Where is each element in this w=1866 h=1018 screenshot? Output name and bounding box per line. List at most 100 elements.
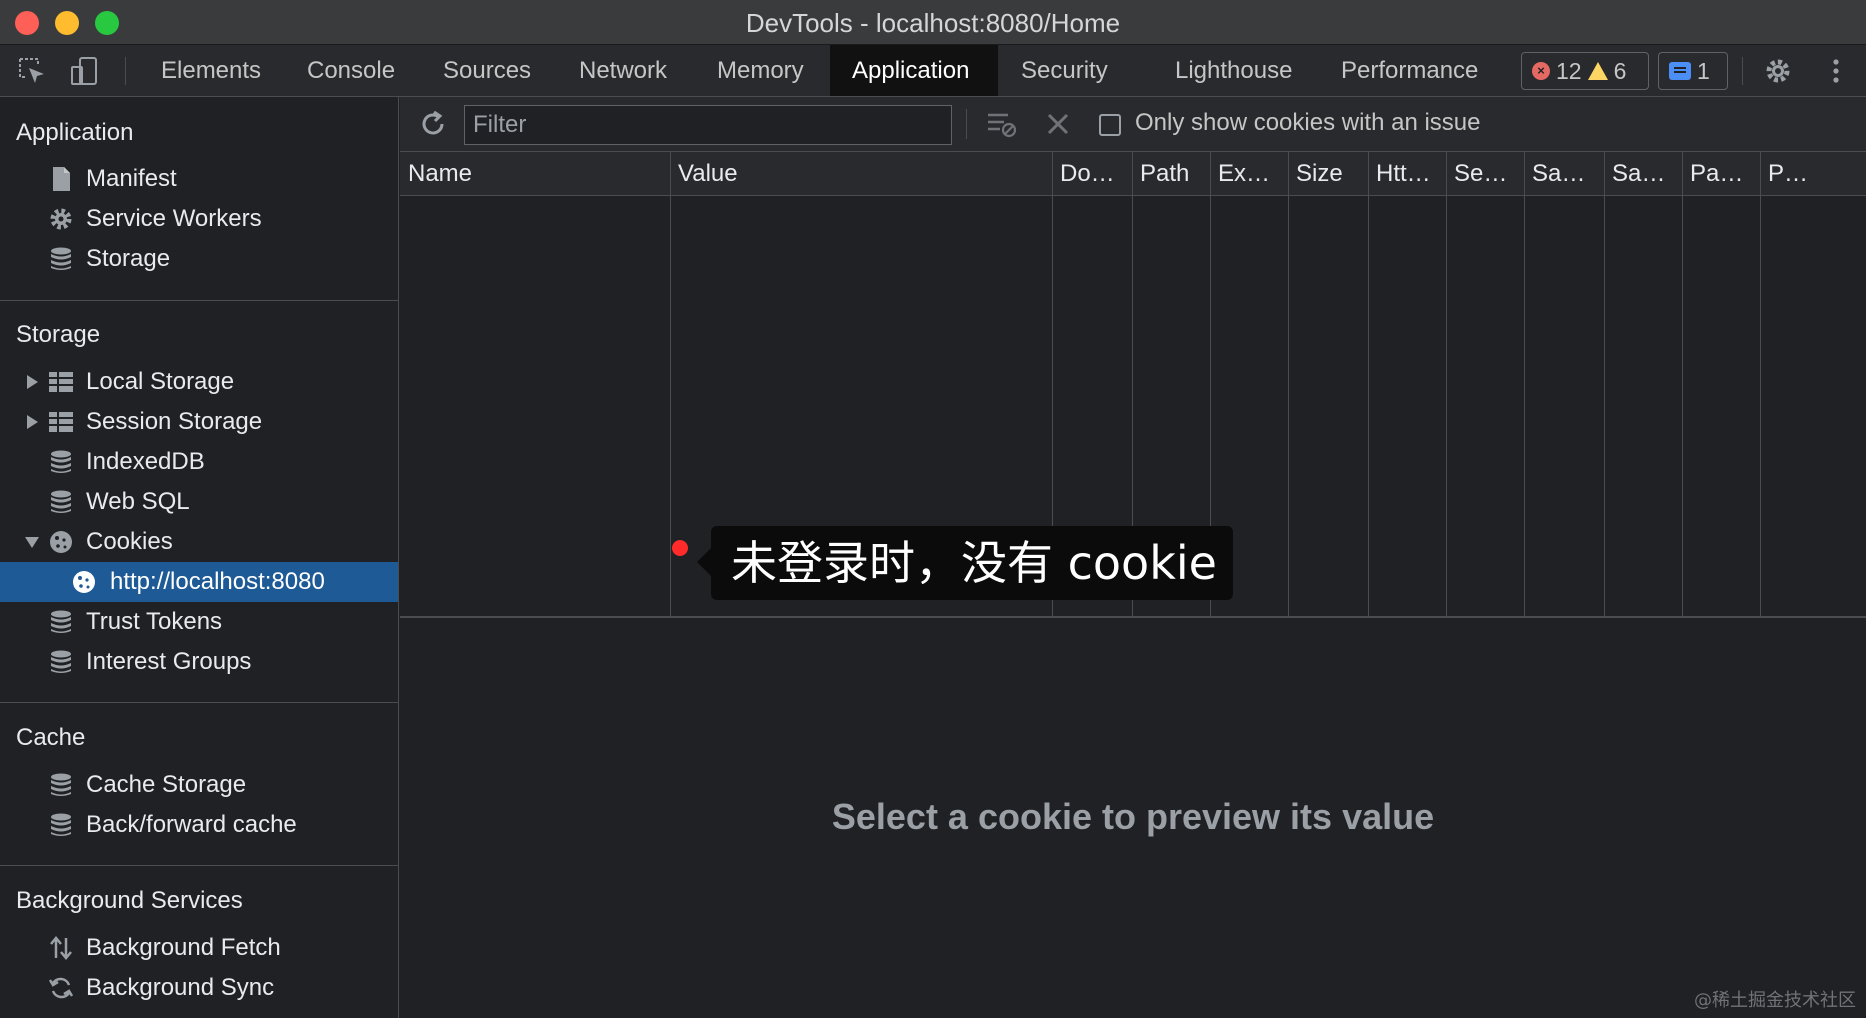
tab-memory[interactable]: Memory <box>695 45 826 96</box>
column-header-httponly[interactable]: Htt… <box>1368 152 1446 196</box>
tab-performance[interactable]: Performance <box>1319 45 1500 96</box>
column-header-value[interactable]: Value <box>670 152 1052 196</box>
cookie-table-header: Name Value Do… Path Ex… Size Htt… Se… Sa… <box>400 152 1866 196</box>
device-toolbar-icon[interactable] <box>68 55 100 87</box>
column-header-samesite[interactable]: Sa… <box>1524 152 1604 196</box>
column-divider <box>1288 152 1289 618</box>
column-divider <box>1604 152 1605 618</box>
expand-arrow-icon[interactable] <box>27 375 38 389</box>
preview-empty-message: Select a cookie to preview its value <box>831 796 1435 837</box>
sidebar-item-interest-groups[interactable]: Interest Groups <box>0 642 398 682</box>
sidebar-item-indexeddb[interactable]: IndexedDB <box>0 442 398 482</box>
sidebar-item-label: IndexedDB <box>86 448 205 475</box>
issues-counter[interactable]: × 12 6 <box>1521 52 1649 90</box>
tab-application[interactable]: Application <box>830 45 998 96</box>
database-icon <box>51 650 71 673</box>
column-divider <box>1682 152 1683 618</box>
column-divider <box>1760 152 1761 618</box>
database-icon <box>51 247 71 270</box>
column-header-name[interactable]: Name <box>400 152 670 196</box>
sidebar-item-session-storage[interactable]: Session Storage <box>0 402 398 442</box>
cookie-icon <box>50 531 72 553</box>
column-divider <box>1368 152 1369 618</box>
message-count: 1 <box>1697 57 1710 84</box>
column-header-partition-key[interactable]: Pa… <box>1682 152 1760 196</box>
arrows-up-down-icon <box>50 936 72 960</box>
tab-lighthouse[interactable]: Lighthouse <box>1153 45 1314 96</box>
tab-console[interactable]: Console <box>285 45 417 96</box>
sidebar-item-trust-tokens[interactable]: Trust Tokens <box>0 602 398 642</box>
column-header-secure[interactable]: Se… <box>1446 152 1524 196</box>
warning-icon <box>1587 62 1608 80</box>
column-header-domain[interactable]: Do… <box>1052 152 1132 196</box>
section-header-storage: Storage <box>16 321 101 348</box>
gear-icon <box>50 208 72 230</box>
column-header-priority[interactable]: P… <box>1760 152 1866 196</box>
section-header-background-services: Background Services <box>16 887 243 914</box>
column-header-size[interactable]: Size <box>1288 152 1368 196</box>
sidebar-item-background-sync[interactable]: Background Sync <box>0 968 398 1008</box>
only-issues-label: Only show cookies with an issue <box>1135 109 1481 136</box>
sidebar-item-cookies[interactable]: Cookies <box>0 522 398 562</box>
database-icon <box>51 813 71 836</box>
sidebar-item-label: Back/forward cache <box>86 811 297 838</box>
database-icon <box>51 450 71 473</box>
filter-input[interactable] <box>464 105 952 145</box>
message-icon <box>1669 62 1691 80</box>
sidebar-item-label: Background Sync <box>86 974 275 1001</box>
sidebar-item-web-sql[interactable]: Web SQL <box>0 482 398 522</box>
collapse-arrow-icon[interactable] <box>25 537 39 548</box>
cookie-icon <box>73 571 95 593</box>
tab-network[interactable]: Network <box>557 45 689 96</box>
tab-elements[interactable]: Elements <box>139 45 283 96</box>
sidebar-item-label: Storage <box>86 245 171 272</box>
sidebar-item-label: Background Fetch <box>86 934 281 961</box>
column-header-expires[interactable]: Ex… <box>1210 152 1288 196</box>
sidebar-item-label: Trust Tokens <box>86 608 223 635</box>
error-icon: × <box>1532 62 1550 80</box>
column-header-path[interactable]: Path <box>1132 152 1210 196</box>
column-header-sameparty[interactable]: Sa… <box>1604 152 1682 196</box>
sidebar-item-service-workers[interactable]: Service Workers <box>0 199 398 239</box>
watermark: @稀土掘金技术社区 <box>1694 990 1856 1011</box>
toolbar-separator <box>1742 57 1743 85</box>
annotation-callout: 未登录时，没有 cookie <box>697 526 1233 600</box>
sidebar-item-local-storage[interactable]: Local Storage <box>0 362 398 402</box>
tab-sources[interactable]: Sources <box>421 45 553 96</box>
section-header-cache: Cache <box>16 724 86 751</box>
devtools-tab-bar: Elements Console Sources Network Memory … <box>0 45 1866 97</box>
cookie-toolbar: Only show cookies with an issue <box>400 97 1866 152</box>
table-icon <box>49 372 73 392</box>
delete-selected-icon[interactable] <box>1045 111 1071 137</box>
refresh-icon[interactable] <box>418 109 448 139</box>
sidebar-item-label: Session Storage <box>86 408 263 435</box>
tab-security[interactable]: Security <box>999 45 1130 96</box>
sidebar-item-label: Local Storage <box>86 368 235 395</box>
sidebar-item-label: Interest Groups <box>86 648 252 675</box>
only-issues-checkbox[interactable] <box>1099 114 1121 136</box>
inspect-element-icon[interactable] <box>16 55 48 87</box>
toolbar-separator <box>966 109 967 139</box>
sidebar-divider <box>0 702 398 703</box>
table-icon <box>49 412 73 432</box>
sidebar-item-manifest[interactable]: Manifest <box>0 159 398 199</box>
warning-count: 6 <box>1613 57 1627 84</box>
sidebar-item-cookie-origin[interactable]: http://localhost:8080 <box>0 562 398 602</box>
error-count: 12 <box>1556 57 1582 84</box>
sidebar-item-back-forward-cache[interactable]: Back/forward cache <box>0 805 398 845</box>
sidebar-item-label: Web SQL <box>86 488 190 515</box>
column-divider <box>1524 152 1525 618</box>
expand-arrow-icon[interactable] <box>27 415 38 429</box>
clear-filtered-cookies-icon[interactable] <box>986 109 1018 139</box>
more-options-icon[interactable] <box>1820 55 1852 87</box>
messages-counter[interactable]: 1 <box>1658 52 1728 90</box>
toolbar-separator <box>125 57 126 85</box>
sidebar-item-background-fetch[interactable]: Background Fetch <box>0 928 398 968</box>
column-divider <box>670 152 671 618</box>
sidebar-item-storage-overview[interactable]: Storage <box>0 239 398 279</box>
file-icon <box>53 167 70 191</box>
sidebar-divider <box>0 865 398 866</box>
sidebar-item-cache-storage[interactable]: Cache Storage <box>0 765 398 805</box>
settings-gear-icon[interactable] <box>1762 55 1794 87</box>
database-icon <box>51 773 71 796</box>
